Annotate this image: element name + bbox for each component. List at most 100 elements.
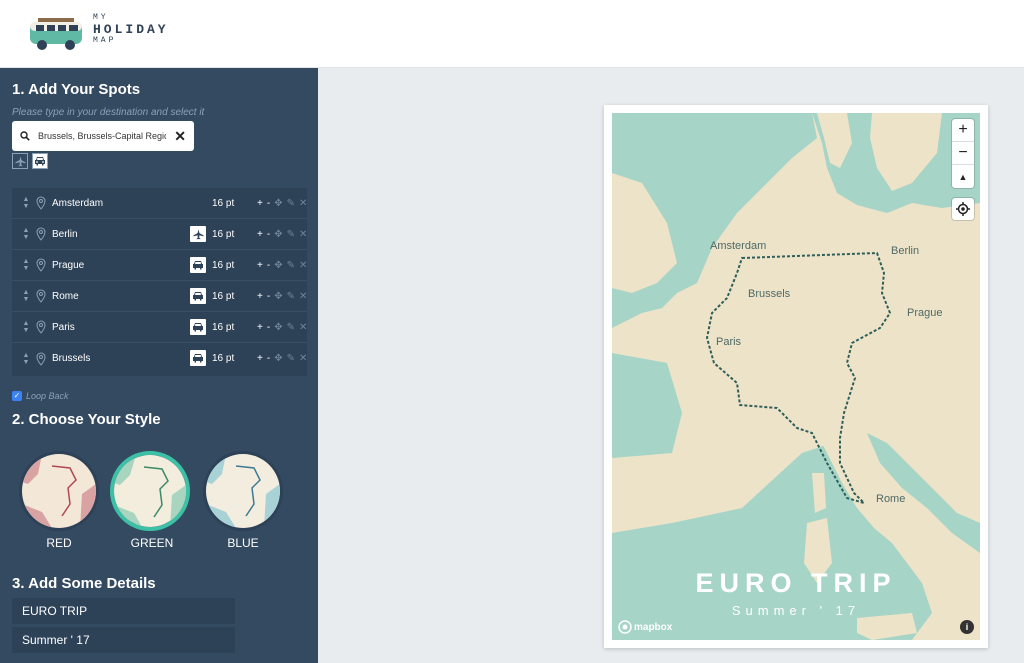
delete-icon[interactable]: ✕ [299,291,307,302]
car-icon [193,261,203,270]
spot-row[interactable]: ▲ ▼ Rome 16 pt + - ✥ ✎ ✕ [12,281,307,312]
search-box[interactable]: ✕ [12,121,194,151]
move-label-icon[interactable]: ✥ [274,198,282,209]
size-increase-button[interactable]: + [257,260,263,271]
city-label-rome: Rome [876,493,906,505]
car-icon [193,292,203,301]
travel-mode-car-button[interactable] [32,153,48,169]
logo-line-1: MY [93,13,109,22]
edit-icon[interactable]: ✎ [287,198,295,209]
search-icon [20,131,30,141]
edit-icon[interactable]: ✎ [287,291,295,302]
location-pin-icon [36,196,46,210]
style-option-blue[interactable] [203,451,283,531]
travel-mode-toggle[interactable] [190,288,206,304]
compass-button[interactable]: ▲ [952,165,974,188]
zoom-out-button[interactable]: − [952,142,974,165]
location-pin-icon [36,351,46,366]
spot-size: 16 pt [212,228,235,240]
clear-search-button[interactable]: ✕ [174,128,186,145]
size-increase-button[interactable]: + [257,198,263,209]
size-decrease-button[interactable]: - [267,291,270,302]
reorder-handle[interactable]: ▲ ▼ [20,196,32,210]
style-option-red[interactable] [19,451,99,531]
zoom-in-button[interactable]: + [952,119,974,142]
spot-size: 16 pt [212,197,235,209]
city-label-berlin: Berlin [891,245,920,257]
size-decrease-button[interactable]: - [267,260,270,271]
sidebar: 1. Add Your Spots Please type in your de… [0,68,318,663]
travel-mode-toggle[interactable] [190,350,206,366]
spot-row[interactable]: ▲ ▼ Brussels 16 pt + - ✥ ✎ ✕ [12,343,307,374]
spot-controls: + - ✥ ✎ ✕ [257,353,307,364]
size-increase-button[interactable]: + [257,291,263,302]
delete-icon[interactable]: ✕ [299,322,307,333]
size-decrease-button[interactable]: - [267,322,270,333]
spots-list: ▲ ▼ Amsterdam 16 pt + - ✥ ✎ ✕ ▲ ▼ Berlin 1… [12,188,307,376]
style-label-green: GREEN [130,536,174,550]
delete-icon[interactable]: ✕ [299,229,307,240]
map-zoom-controls: + − ▲ [952,119,974,188]
map-base [612,113,980,640]
delete-icon[interactable]: ✕ [299,353,307,364]
loop-back-option[interactable]: ✓ Loop Back [12,391,69,401]
spot-name: Paris [52,321,75,333]
travel-mode-plane-button[interactable] [12,153,28,169]
size-decrease-button[interactable]: - [267,229,270,240]
top-bar: MY HOLIDAY MAP [0,0,1024,68]
logo-text: MY HOLIDAY MAP [93,14,169,45]
info-button[interactable]: i [960,620,974,634]
logo-line-2: HOLIDAY [93,22,169,37]
delete-icon[interactable]: ✕ [299,198,307,209]
edit-icon[interactable]: ✎ [287,322,295,333]
spot-row[interactable]: ▲ ▼ Berlin 16 pt + - ✥ ✎ ✕ [12,219,307,250]
move-label-icon[interactable]: ✥ [274,229,282,240]
size-decrease-button[interactable]: - [267,353,270,364]
mapbox-attribution[interactable]: mapbox [618,620,672,634]
move-label-icon[interactable]: ✥ [274,322,282,333]
logo[interactable]: MY HOLIDAY MAP [28,14,168,54]
style-section-title: 2. Choose Your Style [12,411,161,428]
car-icon [193,354,203,363]
move-label-icon[interactable]: ✥ [274,260,282,271]
edit-icon[interactable]: ✎ [287,353,295,364]
reorder-handle[interactable]: ▲ ▼ [20,258,32,272]
spot-row[interactable]: ▲ ▼ Prague 16 pt + - ✥ ✎ ✕ [12,250,307,281]
travel-mode-toggle[interactable] [190,257,206,273]
mapbox-logo-icon [618,620,632,634]
style-option-green[interactable] [110,451,190,531]
title-input[interactable]: EURO TRIP [12,598,235,624]
reorder-handle[interactable]: ▲ ▼ [20,320,32,334]
spot-controls: + - ✥ ✎ ✕ [257,291,307,302]
spot-row[interactable]: ▲ ▼ Paris 16 pt + - ✥ ✎ ✕ [12,312,307,343]
loop-back-checkbox[interactable]: ✓ [12,391,22,401]
style-thumbnail-green [114,455,186,527]
spot-controls: + - ✥ ✎ ✕ [257,322,307,333]
size-increase-button[interactable]: + [257,322,263,333]
van-icon [30,18,82,50]
edit-icon[interactable]: ✎ [287,260,295,271]
reorder-handle[interactable]: ▲ ▼ [20,289,32,303]
size-increase-button[interactable]: + [257,353,263,364]
travel-mode-toggle[interactable] [190,319,206,335]
move-label-icon[interactable]: ✥ [274,291,282,302]
subtitle-input[interactable]: Summer ' 17 [12,627,235,653]
edit-icon[interactable]: ✎ [287,229,295,240]
size-decrease-button[interactable]: - [267,198,270,209]
size-increase-button[interactable]: + [257,229,263,240]
plane-icon [192,228,204,239]
delete-icon[interactable]: ✕ [299,260,307,271]
reorder-handle[interactable]: ▲ ▼ [20,352,32,366]
reorder-handle[interactable]: ▲ ▼ [20,227,32,241]
logo-line-3: MAP [93,36,117,45]
location-pin-icon [36,227,46,241]
spot-row[interactable]: ▲ ▼ Amsterdam 16 pt + - ✥ ✎ ✕ [12,188,307,219]
search-input[interactable] [38,131,166,141]
geolocate-button[interactable] [952,198,974,220]
travel-mode-toggle[interactable] [190,226,206,242]
move-label-icon[interactable]: ✥ [274,353,282,364]
mapbox-wordmark: mapbox [634,621,673,633]
city-label-paris: Paris [716,336,742,348]
spot-name: Rome [52,290,79,302]
map-canvas[interactable]: Amsterdam Berlin Brussels Prague Paris R… [612,113,980,640]
